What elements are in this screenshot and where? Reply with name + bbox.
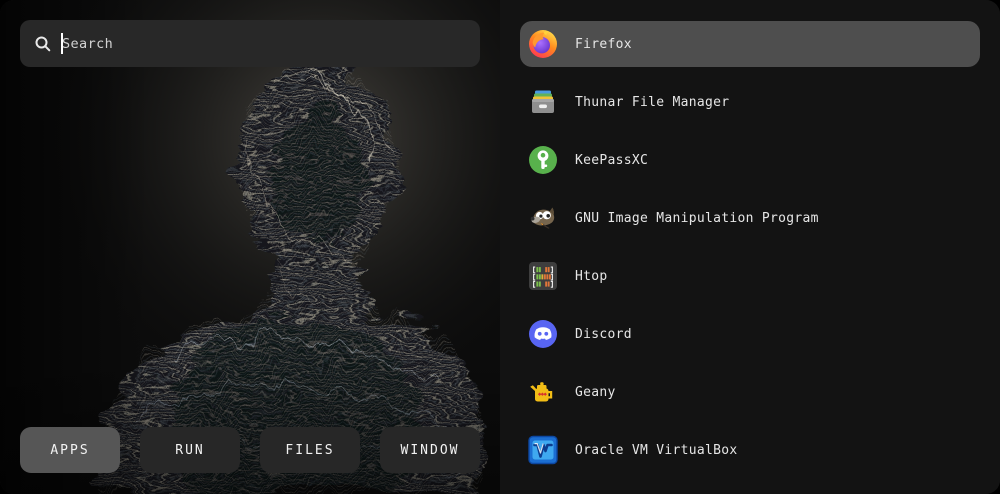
- thunar-icon: [528, 87, 558, 117]
- app-label: Firefox: [575, 37, 632, 52]
- mode-tabs: APPS RUN FILES WINDOW: [20, 427, 480, 473]
- search-input-wrap: [61, 20, 466, 67]
- tab-window[interactable]: WINDOW: [380, 427, 480, 473]
- tab-apps[interactable]: APPS: [20, 427, 120, 473]
- app-label: Htop: [575, 269, 608, 284]
- background-art: [0, 0, 500, 494]
- app-list-item-firefox[interactable]: Firefox: [520, 21, 980, 67]
- app-list-item-gimp[interactable]: GNU Image Manipulation Program: [520, 195, 980, 241]
- app-label: Geany: [575, 385, 616, 400]
- firefox-icon: [528, 29, 558, 59]
- keepassxc-icon: [528, 145, 558, 175]
- search-icon: [34, 35, 52, 53]
- app-label: KeePassXC: [575, 153, 648, 168]
- virtualbox-icon: [528, 435, 558, 465]
- app-list-item-geany[interactable]: Geany: [520, 369, 980, 415]
- app-label: Discord: [575, 327, 632, 342]
- app-list-item-discord[interactable]: Discord: [520, 311, 980, 357]
- app-label: Oracle VM VirtualBox: [575, 443, 738, 458]
- tab-files[interactable]: FILES: [260, 427, 360, 473]
- left-pane: APPS RUN FILES WINDOW: [0, 0, 500, 494]
- text-cursor: [61, 33, 63, 54]
- app-label: GNU Image Manipulation Program: [575, 211, 819, 226]
- app-list-item-virtualbox[interactable]: Oracle VM VirtualBox: [520, 427, 980, 473]
- app-launcher-window: APPS RUN FILES WINDOW: [0, 0, 1000, 494]
- app-list-item-keepassxc[interactable]: KeePassXC: [520, 137, 980, 183]
- search-input[interactable]: [61, 36, 466, 52]
- tab-run[interactable]: RUN: [140, 427, 240, 473]
- search-bar[interactable]: [20, 20, 480, 67]
- app-list: Firefox Thunar File Manager KeePassXC: [500, 0, 1000, 494]
- gimp-icon: [528, 203, 558, 233]
- app-list-item-htop[interactable]: Htop: [520, 253, 980, 299]
- htop-icon: [528, 261, 558, 291]
- app-label: Thunar File Manager: [575, 95, 729, 110]
- discord-icon: [528, 319, 558, 349]
- app-list-item-thunar[interactable]: Thunar File Manager: [520, 79, 980, 125]
- geany-icon: [528, 377, 558, 407]
